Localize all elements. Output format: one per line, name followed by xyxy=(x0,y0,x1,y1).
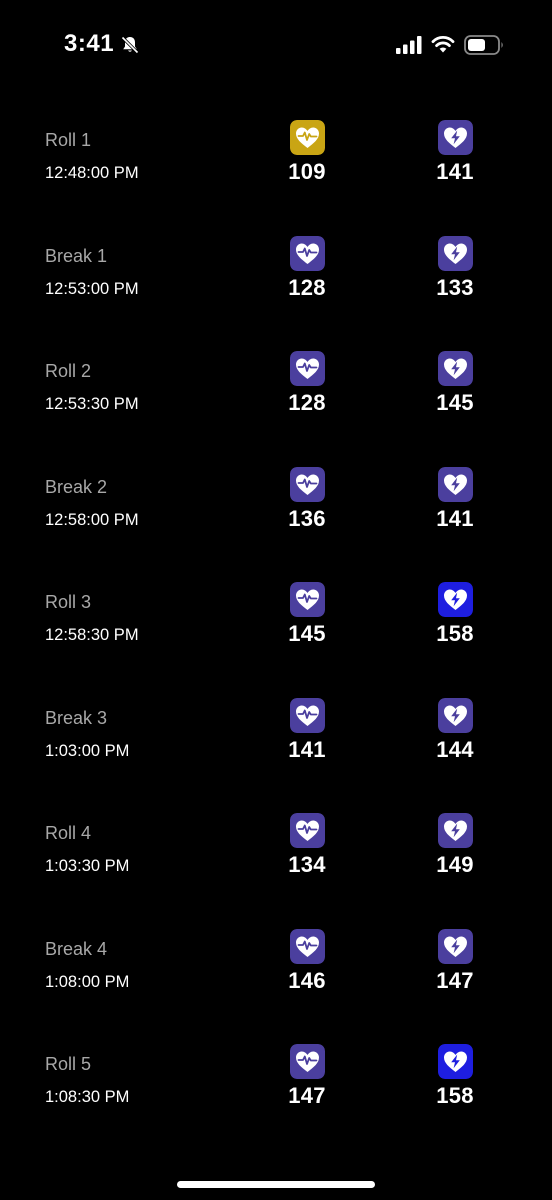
heart-rate-metric: 128 xyxy=(267,351,347,416)
interval-label: Break 4 xyxy=(45,938,108,959)
heart-pulse-icon xyxy=(289,1044,325,1079)
heart-rate-value: 136 xyxy=(288,505,326,531)
interval-label: Roll 4 xyxy=(45,823,92,843)
peak-heart-rate-metric: 144 xyxy=(415,697,495,763)
list-item[interactable]: Break 2 12:58:00 PM 136 141 xyxy=(0,466,552,592)
interval-label: Break 1 xyxy=(45,245,108,266)
interval-time: 12:53:00 PM xyxy=(45,279,139,298)
heart-rate-value: 109 xyxy=(288,159,326,184)
peak-heart-rate-metric: 133 xyxy=(415,235,495,301)
interval-label: Roll 1 xyxy=(45,130,92,150)
interval-label: Break 2 xyxy=(45,476,108,497)
list-item[interactable]: Roll 4 1:03:30 PM 134 149 xyxy=(0,813,552,938)
list-item[interactable]: Roll 2 12:53:30 PM 128 145 xyxy=(0,351,552,476)
list-item[interactable]: Roll 5 1:08:30 PM 147 158 xyxy=(0,1044,552,1169)
list-item[interactable]: Roll 1 12:48:00 PM 109 141 xyxy=(0,120,552,245)
heart-rate-metric: 128 xyxy=(267,235,347,301)
cellular-signal-icon xyxy=(396,36,422,54)
interval-time: 12:53:30 PM xyxy=(45,395,139,413)
interval-time: 1:03:00 PM xyxy=(45,741,130,760)
heart-rate-metric: 146 xyxy=(267,928,347,994)
heart-bolt-icon xyxy=(437,120,473,155)
peak-heart-rate-value: 149 xyxy=(436,852,474,877)
interval-label: Roll 3 xyxy=(45,592,92,612)
heart-bolt-icon xyxy=(437,351,473,386)
peak-heart-rate-value: 141 xyxy=(436,159,474,184)
heart-rate-value: 134 xyxy=(288,852,326,877)
peak-heart-rate-value: 145 xyxy=(436,390,474,415)
heart-bolt-icon xyxy=(437,697,473,733)
heart-rate-metric: 141 xyxy=(267,697,347,763)
peak-heart-rate-metric: 141 xyxy=(415,466,495,532)
interval-time: 1:08:30 PM xyxy=(45,1088,130,1106)
heart-bolt-icon xyxy=(437,928,473,964)
peak-heart-rate-metric: 158 xyxy=(415,582,495,647)
peak-heart-rate-metric: 158 xyxy=(415,1044,495,1109)
heart-rate-value: 128 xyxy=(288,390,326,415)
heart-rate-metric: 136 xyxy=(267,466,347,532)
peak-heart-rate-metric: 141 xyxy=(415,120,495,185)
wifi-icon xyxy=(431,36,455,53)
peak-heart-rate-value: 147 xyxy=(436,967,474,993)
heart-bolt-icon xyxy=(437,1044,473,1079)
heart-rate-value: 145 xyxy=(288,621,326,646)
heart-bolt-icon xyxy=(437,235,473,271)
battery-icon xyxy=(464,35,503,55)
peak-heart-rate-metric: 149 xyxy=(415,813,495,878)
heart-rate-metric: 145 xyxy=(267,582,347,647)
heart-pulse-icon xyxy=(289,235,325,271)
list-item[interactable]: Roll 3 12:58:30 PM 145 158 xyxy=(0,582,552,707)
status-time: 3:41 xyxy=(64,30,115,57)
heart-rate-value: 141 xyxy=(288,736,326,762)
heart-rate-value: 128 xyxy=(288,274,326,300)
interval-time: 12:58:30 PM xyxy=(45,626,139,644)
peak-heart-rate-value: 144 xyxy=(436,736,474,762)
peak-heart-rate-value: 158 xyxy=(436,621,474,646)
peak-heart-rate-metric: 147 xyxy=(415,928,495,994)
heart-rate-value: 146 xyxy=(288,967,326,993)
interval-time: 1:03:30 PM xyxy=(45,857,130,875)
interval-time: 12:48:00 PM xyxy=(45,164,139,182)
heart-pulse-icon xyxy=(289,466,325,502)
heart-pulse-icon xyxy=(289,351,325,386)
interval-label: Roll 5 xyxy=(45,1054,92,1074)
interval-time: 12:58:00 PM xyxy=(45,510,139,529)
heart-pulse-icon xyxy=(289,120,325,155)
heart-pulse-icon xyxy=(289,582,325,617)
heart-bolt-icon xyxy=(437,582,473,617)
interval-label: Roll 2 xyxy=(45,361,92,381)
list-item[interactable]: Break 1 12:53:00 PM 128 133 xyxy=(0,235,552,361)
heart-rate-value: 147 xyxy=(288,1083,326,1108)
status-bar: 3:41 xyxy=(0,0,552,92)
peak-heart-rate-metric: 145 xyxy=(415,351,495,416)
peak-heart-rate-value: 141 xyxy=(436,505,474,531)
peak-heart-rate-value: 133 xyxy=(436,274,474,300)
heart-bolt-icon xyxy=(437,813,473,848)
home-indicator[interactable] xyxy=(177,1181,375,1188)
interval-label: Break 3 xyxy=(45,707,108,728)
heart-pulse-icon xyxy=(289,813,325,848)
list-item[interactable]: Break 4 1:08:00 PM 146 147 xyxy=(0,928,552,1054)
heart-bolt-icon xyxy=(437,466,473,502)
peak-heart-rate-value: 158 xyxy=(436,1083,474,1108)
heart-rate-metric: 109 xyxy=(267,120,347,185)
interval-time: 1:08:00 PM xyxy=(45,972,130,991)
heart-pulse-icon xyxy=(289,928,325,964)
heart-rate-metric: 147 xyxy=(267,1044,347,1109)
heart-pulse-icon xyxy=(289,697,325,733)
list-item[interactable]: Break 3 1:03:00 PM 141 144 xyxy=(0,697,552,823)
heart-rate-metric: 134 xyxy=(267,813,347,878)
bell-slash-icon xyxy=(121,36,139,54)
